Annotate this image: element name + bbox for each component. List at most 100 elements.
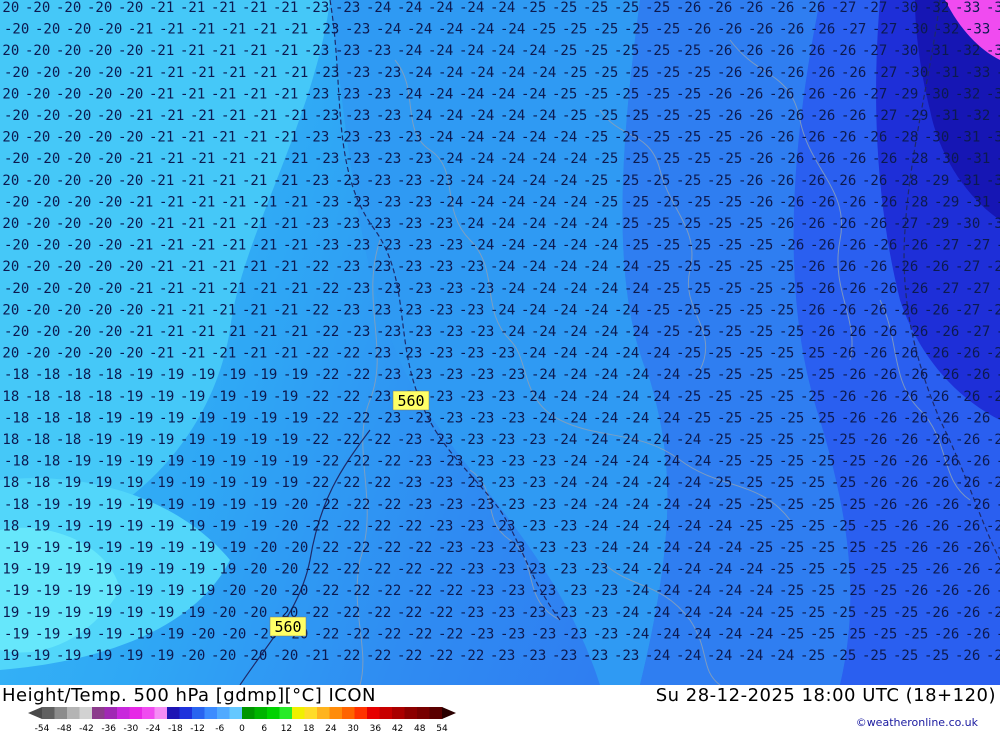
legend-swatch (104, 707, 118, 719)
isotherm-value-label: -26 (986, 518, 1000, 534)
isotherm-value-label: -24 (583, 216, 608, 232)
isotherm-value-label: -20 (118, 86, 143, 102)
isotherm-value-label: -19 (66, 540, 91, 556)
isotherm-value-label: -22 (438, 626, 463, 642)
isotherm-value-label: -24 (428, 86, 453, 102)
isotherm-value-label: -27 (986, 259, 1000, 275)
isotherm-value-label: -25 (562, 22, 587, 38)
isotherm-value-label: -24 (655, 497, 680, 513)
isotherm-value-label: -20 (0, 43, 19, 59)
isotherm-value-label: -32 (965, 108, 990, 124)
isotherm-value-label: -24 (686, 583, 711, 599)
isotherm-value-label: -26 (779, 65, 804, 81)
isotherm-value-label: -23 (397, 475, 422, 491)
isotherm-value-label: -24 (552, 389, 577, 405)
isotherm-value-label: -23 (469, 281, 494, 297)
isotherm-value-label: -20 (4, 108, 29, 124)
isotherm-value-label: -24 (552, 475, 577, 491)
isotherm-value-label: -25 (779, 324, 804, 340)
isotherm-value-label: -25 (686, 194, 711, 210)
isotherm-value-label: -23 (345, 324, 370, 340)
isotherm-value-label: -22 (335, 562, 360, 578)
isotherm-value-label: -31 (934, 108, 959, 124)
isotherm-value-label: -23 (335, 0, 360, 16)
isotherm-value-label: -26 (934, 454, 959, 470)
isotherm-value-label: -21 (273, 173, 298, 189)
isotherm-value-label: -23 (490, 518, 515, 534)
isotherm-value-label: -23 (376, 367, 401, 383)
isotherm-value-label: -24 (397, 86, 422, 102)
isotherm-value-label: -24 (531, 410, 556, 426)
isotherm-value-label: -26 (831, 346, 856, 362)
isotherm-value-label: -25 (748, 367, 773, 383)
isotherm-value-label: -21 (242, 0, 267, 16)
isotherm-value-label: -25 (676, 173, 701, 189)
isotherm-value-label: -23 (469, 324, 494, 340)
isotherm-value-label: -25 (655, 281, 680, 297)
isotherm-value-label: -19 (128, 410, 153, 426)
isotherm-value-label: -26 (893, 302, 918, 318)
isotherm-value-label: -19 (87, 648, 112, 664)
isotherm-value-label: -26 (965, 626, 990, 642)
isotherm-value-label: -25 (748, 497, 773, 513)
isotherm-value-label: -21 (180, 216, 205, 232)
isotherm-value-label: -24 (500, 324, 525, 340)
isotherm-value-label: -22 (335, 648, 360, 664)
isotherm-value-label: -24 (686, 454, 711, 470)
isotherm-value-label: -25 (779, 454, 804, 470)
isotherm-value-label: -23 (490, 648, 515, 664)
isotherm-value-label: -26 (810, 238, 835, 254)
isotherm-value-label: -29 (934, 194, 959, 210)
isotherm-value-label: -25 (769, 346, 794, 362)
isotherm-value-label: -26 (769, 173, 794, 189)
isotherm-value-label: -25 (593, 22, 618, 38)
isotherm-value-label: -22 (304, 389, 329, 405)
isotherm-value-label: -26 (934, 367, 959, 383)
isotherm-value-label: -20 (283, 583, 308, 599)
isotherm-value-label: -25 (676, 130, 701, 146)
isotherm-value-label: -25 (779, 367, 804, 383)
isotherm-value-label: -25 (655, 108, 680, 124)
isotherm-value-label: -26 (903, 238, 928, 254)
isotherm-value-label: -23 (376, 238, 401, 254)
isotherm-value-label: -25 (810, 583, 835, 599)
isotherm-value-label: -19 (128, 583, 153, 599)
credit-link[interactable]: ©weatheronline.co.uk (856, 716, 978, 729)
isotherm-value-label: -25 (717, 497, 742, 513)
isotherm-value-label: -19 (25, 562, 50, 578)
isotherm-value-label: -22 (366, 432, 391, 448)
isotherm-value-label: -21 (128, 281, 153, 297)
isotherm-value-label: -23 (407, 151, 432, 167)
isotherm-value-label: -22 (304, 605, 329, 621)
isotherm-value-label: -19 (252, 497, 277, 513)
legend-swatch (242, 707, 255, 719)
legend-tick-label: 36 (370, 724, 382, 733)
isotherm-value-label: -23 (407, 410, 432, 426)
isotherm-value-label: -19 (56, 518, 81, 534)
legend-swatch (379, 707, 393, 719)
map-canvas: -20-20-20-20-20-21-21-21-21-21-23-23-24-… (0, 0, 1000, 685)
isotherm-value-label: -25 (645, 216, 670, 232)
isotherm-value-label: -21 (149, 302, 174, 318)
isotherm-value-label: -20 (56, 43, 81, 59)
isotherm-value-label: -24 (397, 0, 422, 16)
isotherm-value-label: -26 (769, 216, 794, 232)
isotherm-value-label: -24 (531, 194, 556, 210)
isotherm-value-label: -20 (97, 281, 122, 297)
isotherm-value-label: -26 (893, 475, 918, 491)
isotherm-value-label: -19 (149, 432, 174, 448)
isotherm-value-label: -31 (955, 173, 980, 189)
isotherm-value-label: -25 (841, 454, 866, 470)
isotherm-value-label: -23 (314, 108, 339, 124)
isotherm-value-label: -24 (624, 626, 649, 642)
isotherm-value-label: -23 (366, 346, 391, 362)
isotherm-value-label: -26 (707, 86, 732, 102)
isotherm-value-label: -26 (893, 259, 918, 275)
isotherm-value-label: -20 (25, 130, 50, 146)
isotherm-value-label: -25 (655, 151, 680, 167)
isotherm-value-label: -25 (655, 22, 680, 38)
isotherm-value-label: -23 (407, 367, 432, 383)
isotherm-value-label: -23 (500, 367, 525, 383)
isotherm-value-label: -22 (376, 583, 401, 599)
isotherm-value-label: -25 (686, 324, 711, 340)
